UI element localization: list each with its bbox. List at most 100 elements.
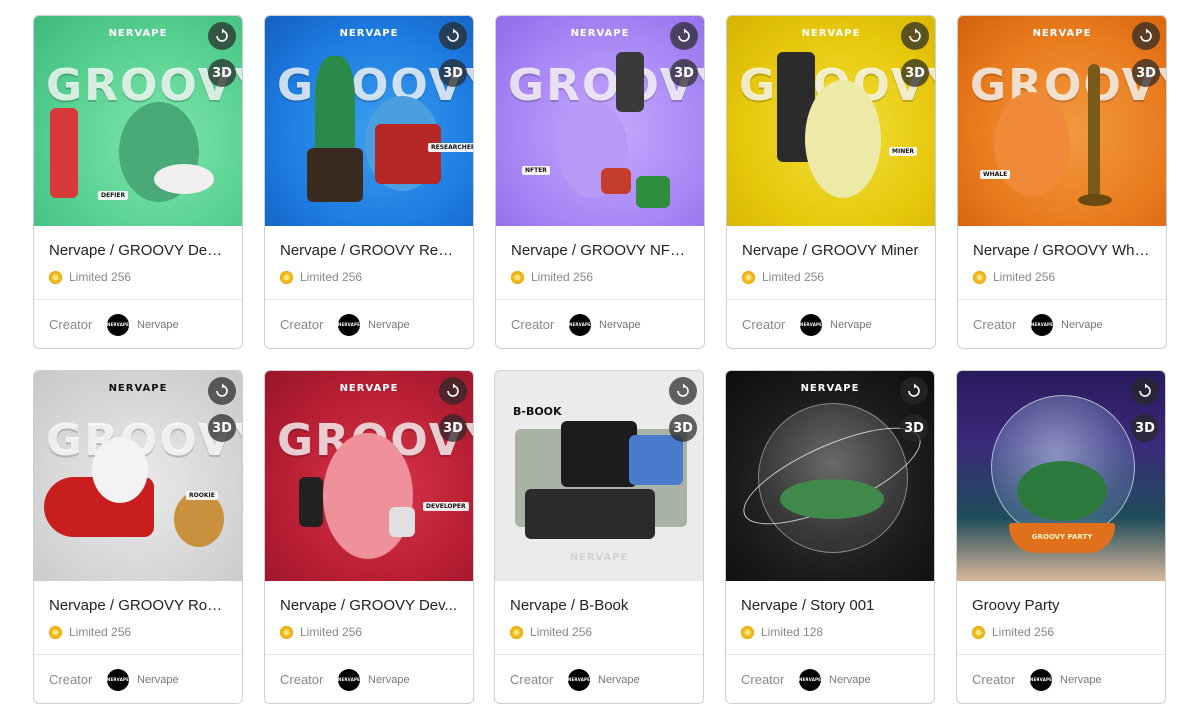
creator-avatar[interactable]: NERVAPE [569, 313, 591, 336]
nft-card[interactable]: NERVAPE GROOVY RESEARCHER 3D Nervape / G… [264, 15, 474, 349]
rotate-icon[interactable] [669, 377, 697, 405]
nft-card[interactable]: B-BOOK NERVAPE 3D Nervape / B-Book Limit… [494, 370, 704, 704]
edition-limit: Limited 256 [49, 625, 227, 639]
creator-avatar[interactable]: NERVAPE [799, 668, 821, 691]
character-tag: RESEARCHER [428, 143, 473, 152]
card-info: Nervape / B-Book Limited 256 [495, 581, 703, 655]
creator-label: Creator [511, 317, 555, 332]
nft-card[interactable]: NERVAPE GROOVY NFTER 3D Nervape / GROOVY… [495, 15, 705, 349]
edition-limit: Limited 256 [511, 270, 689, 284]
creator-avatar[interactable]: NERVAPE [107, 313, 129, 336]
coin-icon [973, 270, 986, 284]
card-info: Nervape / GROOVY DeFi... Limited 256 [34, 226, 242, 300]
creator-label: Creator [741, 672, 785, 687]
creator-label: Creator [973, 317, 1017, 332]
creator-avatar[interactable]: NERVAPE [1031, 313, 1053, 336]
coin-icon [742, 270, 755, 284]
rotate-icon[interactable] [900, 377, 928, 405]
nft-title[interactable]: Nervape / GROOVY Whale [973, 226, 1151, 261]
creator-name[interactable]: Nervape [137, 319, 179, 331]
limit-text: Limited 256 [762, 270, 825, 284]
limit-text: Limited 256 [300, 625, 363, 639]
nft-card[interactable]: NERVAPE GROOVY ROOKIE 3D Nervape / GROOV… [33, 370, 243, 704]
creator-avatar[interactable]: NERVAPE [800, 313, 822, 336]
coin-icon [972, 625, 985, 639]
nft-title[interactable]: Nervape / GROOVY Miner [742, 226, 920, 261]
character-tag: ROOKIE [186, 491, 218, 500]
creator-name[interactable]: Nervape [137, 674, 179, 686]
creator-row: Creator NERVAPE Nervape [958, 300, 1166, 348]
coin-icon [511, 270, 524, 284]
nft-title[interactable]: Nervape / GROOVY DeFi... [49, 226, 227, 261]
nft-card[interactable]: NERVAPE 3D Nervape / Story 001 Limited 1… [725, 370, 935, 704]
creator-avatar[interactable]: NERVAPE [338, 668, 360, 691]
3d-badge: 3D [900, 414, 928, 442]
rotate-icon[interactable] [439, 377, 467, 405]
nft-title[interactable]: Nervape / GROOVY Rese... [280, 226, 458, 261]
nft-title[interactable]: Nervape / GROOVY Dev... [280, 581, 458, 616]
coin-icon [280, 270, 293, 284]
creator-avatar[interactable]: NERVAPE [338, 313, 360, 336]
rotate-icon[interactable] [208, 377, 236, 405]
creator-name[interactable]: Nervape [1061, 319, 1103, 331]
card-info: Groovy Party Limited 256 [957, 581, 1165, 655]
edition-limit: Limited 256 [49, 270, 227, 284]
nft-artwork: NERVAPE GROOVY ROOKIE 3D [34, 371, 242, 581]
nft-title[interactable]: Nervape / B-Book [510, 581, 688, 616]
creator-label: Creator [49, 317, 93, 332]
edition-limit: Limited 256 [280, 625, 458, 639]
rotate-icon[interactable] [208, 22, 236, 50]
3d-badge: 3D [208, 59, 236, 87]
nft-title[interactable]: Nervape / GROOVY Roo... [49, 581, 227, 616]
creator-label: Creator [742, 317, 786, 332]
creator-avatar[interactable]: NERVAPE [568, 668, 590, 691]
3d-badge: 3D [439, 59, 467, 87]
nft-card[interactable]: NERVAPE GROOVY DEFIER 3D Nervape / GROOV… [33, 15, 243, 349]
nft-title[interactable]: Nervape / GROOVY NFTer [511, 226, 689, 261]
coin-icon [280, 625, 293, 639]
nft-title[interactable]: Groovy Party [972, 581, 1150, 616]
nft-artwork: NERVAPE GROOVY DEFIER 3D [34, 16, 242, 226]
edition-limit: Limited 256 [510, 625, 688, 639]
nft-artwork: GROOVY PARTY 3D [957, 371, 1165, 581]
nft-card-grid: NERVAPE GROOVY DEFIER 3D Nervape / GROOV… [0, 0, 1200, 718]
3d-badge: 3D [669, 414, 697, 442]
creator-row: Creator NERVAPE Nervape [727, 300, 935, 348]
rotate-icon[interactable] [1131, 377, 1159, 405]
creator-name[interactable]: Nervape [829, 674, 871, 686]
nft-card[interactable]: NERVAPE GROOVY DEVELOPER 3D Nervape / GR… [264, 370, 474, 704]
card-info: Nervape / Story 001 Limited 128 [726, 581, 934, 655]
character-tag: WHALE [980, 170, 1011, 179]
limit-text: Limited 128 [761, 625, 824, 639]
creator-name[interactable]: Nervape [368, 674, 410, 686]
limit-text: Limited 256 [993, 270, 1056, 284]
3d-badge: 3D [901, 59, 929, 87]
creator-name[interactable]: Nervape [1060, 674, 1102, 686]
creator-name[interactable]: Nervape [599, 319, 641, 331]
nft-title[interactable]: Nervape / Story 001 [741, 581, 919, 616]
nft-card[interactable]: NERVAPE GROOVY MINER 3D Nervape / GROOVY… [726, 15, 936, 349]
creator-avatar[interactable]: NERVAPE [107, 668, 129, 691]
creator-name[interactable]: Nervape [598, 674, 640, 686]
nft-card[interactable]: NERVAPE GROOVY WHALE 3D Nervape / GROOVY… [957, 15, 1167, 349]
3d-badge: 3D [1132, 59, 1160, 87]
creator-label: Creator [49, 672, 93, 687]
creator-row: Creator NERVAPE Nervape [496, 300, 704, 348]
character-tag: DEVELOPER [423, 502, 469, 511]
rotate-icon[interactable] [901, 22, 929, 50]
rotate-icon[interactable] [439, 22, 467, 50]
card-info: Nervape / GROOVY Whale Limited 256 [958, 226, 1166, 300]
limit-text: Limited 256 [992, 625, 1055, 639]
character-tag: NFTER [522, 166, 550, 175]
rotate-icon[interactable] [1132, 22, 1160, 50]
edition-limit: Limited 128 [741, 625, 919, 639]
creator-avatar[interactable]: NERVAPE [1030, 668, 1052, 691]
nft-artwork: NERVAPE GROOVY RESEARCHER 3D [265, 16, 473, 226]
nft-artwork: B-BOOK NERVAPE 3D [495, 371, 703, 581]
creator-name[interactable]: Nervape [368, 319, 410, 331]
3d-badge: 3D [670, 59, 698, 87]
creator-name[interactable]: Nervape [830, 319, 872, 331]
nft-card[interactable]: GROOVY PARTY 3D Groovy Party Limited 256… [956, 370, 1166, 704]
rotate-icon[interactable] [670, 22, 698, 50]
character-tag: DEFIER [98, 191, 129, 200]
